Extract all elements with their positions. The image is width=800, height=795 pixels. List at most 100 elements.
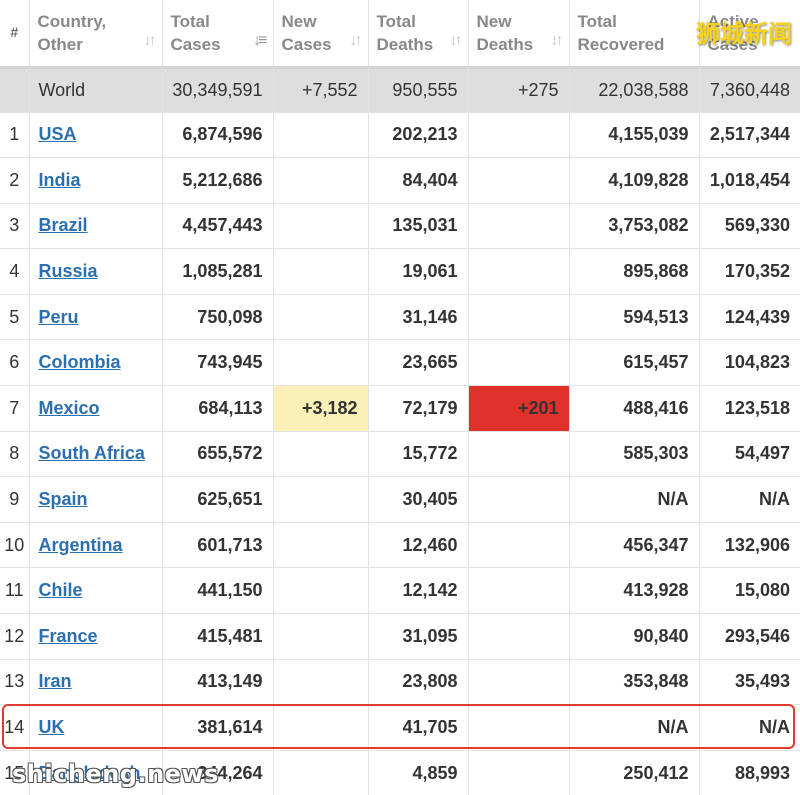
table-row: 14 UK 381,614 41,705 N/A N/A xyxy=(0,704,800,751)
header-total-recovered[interactable]: Total Recovered xyxy=(569,0,700,69)
new-cases-cell xyxy=(273,750,369,795)
new-deaths-cell xyxy=(468,203,570,250)
new-cases-cell xyxy=(273,248,369,295)
total-deaths-cell: 12,460 xyxy=(368,522,469,569)
sort-icon[interactable]: ↓↑ xyxy=(450,29,463,52)
rank-cell: 9 xyxy=(0,476,30,523)
active-cases-cell: 569,330 xyxy=(699,203,800,250)
total-recovered-cell: 413,928 xyxy=(569,567,700,615)
rank-cell: 6 xyxy=(0,339,30,387)
country-link[interactable]: Iran xyxy=(39,671,72,691)
table-row: 3 Brazil 4,457,443 135,031 3,753,082 569,330 xyxy=(0,203,800,250)
new-deaths-cell: +201 xyxy=(468,385,570,432)
total-deaths-cell: 4,859 xyxy=(368,750,469,795)
country-link[interactable]: Colombia xyxy=(39,352,121,372)
rank-cell: 13 xyxy=(0,659,30,706)
total-deaths-cell: 23,665 xyxy=(368,339,469,387)
total-deaths-cell: 12,142 xyxy=(368,567,469,615)
new-cases-cell xyxy=(273,613,369,660)
header-total-deaths[interactable]: Total Deaths ↓↑ xyxy=(368,0,469,69)
total-deaths-cell: 202,213 xyxy=(368,112,469,159)
sort-icon[interactable]: ↓↑ xyxy=(144,29,157,52)
country-cell: India xyxy=(29,157,163,204)
header-country[interactable]: Country, Other ↓↑ xyxy=(29,0,163,69)
new-deaths-cell xyxy=(468,294,570,341)
header-total-cases[interactable]: Total Cases ↓≡ xyxy=(162,0,274,69)
country-cell: Argentina xyxy=(29,522,163,569)
sort-icon[interactable]: ↓↑ xyxy=(551,29,564,52)
country-link[interactable]: South Africa xyxy=(39,443,145,463)
new-deaths-cell xyxy=(468,704,570,751)
active-cases-cell: 88,993 xyxy=(699,750,800,795)
table-row: 11 Chile 441,150 12,142 413,928 15,080 xyxy=(0,567,800,615)
total-cases-cell: 6,874,596 xyxy=(162,112,274,159)
table-row: 6 Colombia 743,945 23,665 615,457 104,823 xyxy=(0,339,800,387)
new-cases-cell xyxy=(273,522,369,569)
world-total-cases: 30,349,591 xyxy=(162,67,274,113)
rank-cell: 7 xyxy=(0,385,30,432)
total-deaths-cell: 23,808 xyxy=(368,659,469,706)
table-row: 12 France 415,481 31,095 90,840 293,546 xyxy=(0,613,800,660)
total-deaths-cell: 30,405 xyxy=(368,476,469,523)
total-cases-cell: 413,149 xyxy=(162,659,274,706)
total-recovered-cell: 3,753,082 xyxy=(569,203,700,250)
country-link[interactable]: France xyxy=(39,626,98,646)
country-link[interactable]: Argentina xyxy=(39,535,123,555)
rank-cell: 3 xyxy=(0,203,30,250)
country-link[interactable]: India xyxy=(39,170,81,190)
new-deaths-cell xyxy=(468,476,570,523)
world-total-row: World 30,349,591 +7,552 950,555 +275 22,… xyxy=(0,67,800,113)
table-row: 1 USA 6,874,596 202,213 4,155,039 2,517,344 xyxy=(0,112,800,159)
country-link[interactable]: UK xyxy=(39,717,65,737)
header-rank: # xyxy=(0,0,30,69)
country-link[interactable]: Spain xyxy=(39,489,88,509)
header-new-cases[interactable]: New Cases ↓↑ xyxy=(273,0,369,69)
total-recovered-cell: 4,155,039 xyxy=(569,112,700,159)
active-cases-cell: 170,352 xyxy=(699,248,800,295)
total-recovered-cell: 585,303 xyxy=(569,431,700,478)
country-link[interactable]: Brazil xyxy=(39,215,88,235)
country-cell: Peru xyxy=(29,294,163,341)
total-deaths-cell: 72,179 xyxy=(368,385,469,432)
sort-desc-icon[interactable]: ↓≡ xyxy=(253,29,267,52)
total-recovered-cell: 895,868 xyxy=(569,248,700,295)
new-cases-cell xyxy=(273,704,369,751)
new-deaths-cell xyxy=(468,659,570,706)
new-cases-cell xyxy=(273,659,369,706)
country-link[interactable]: Chile xyxy=(39,580,83,600)
total-deaths-cell: 41,705 xyxy=(368,704,469,751)
total-recovered-cell: 353,848 xyxy=(569,659,700,706)
new-cases-cell xyxy=(273,339,369,387)
active-cases-cell: 35,493 xyxy=(699,659,800,706)
active-cases-cell: N/A xyxy=(699,704,800,751)
header-new-deaths[interactable]: New Deaths ↓↑ xyxy=(468,0,570,69)
new-deaths-cell xyxy=(468,567,570,615)
country-cell: Iran xyxy=(29,659,163,706)
table-row: 7 Mexico 684,113 +3,182 72,179 +201 488,416 123… xyxy=(0,385,800,432)
active-cases-cell: N/A xyxy=(699,476,800,523)
total-cases-cell: 4,457,443 xyxy=(162,203,274,250)
new-cases-cell xyxy=(273,431,369,478)
country-cell: France xyxy=(29,613,163,660)
table-row: 2 India 5,212,686 84,404 4,109,828 1,018,454 xyxy=(0,157,800,204)
table-row: 4 Russia 1,085,281 19,061 895,868 170,352 xyxy=(0,248,800,295)
total-cases-cell: 5,212,686 xyxy=(162,157,274,204)
world-new-deaths: +275 xyxy=(468,67,570,113)
country-cell: Spain xyxy=(29,476,163,523)
active-cases-cell: 104,823 xyxy=(699,339,800,387)
new-deaths-cell xyxy=(468,750,570,795)
country-link[interactable]: USA xyxy=(39,124,77,144)
country-link[interactable]: Russia xyxy=(39,261,98,281)
rank-cell: 12 xyxy=(0,613,30,660)
active-cases-cell: 15,080 xyxy=(699,567,800,615)
table-row: 13 Iran 413,149 23,808 353,848 35,493 xyxy=(0,659,800,706)
country-link[interactable]: Peru xyxy=(39,307,79,327)
active-cases-cell: 1,018,454 xyxy=(699,157,800,204)
country-link[interactable]: Mexico xyxy=(39,398,100,418)
total-deaths-cell: 19,061 xyxy=(368,248,469,295)
rank-cell: 4 xyxy=(0,248,30,295)
new-deaths-cell xyxy=(468,339,570,387)
country-cell: Colombia xyxy=(29,339,163,387)
new-cases-cell xyxy=(273,476,369,523)
sort-icon[interactable]: ↓↑ xyxy=(350,29,363,52)
